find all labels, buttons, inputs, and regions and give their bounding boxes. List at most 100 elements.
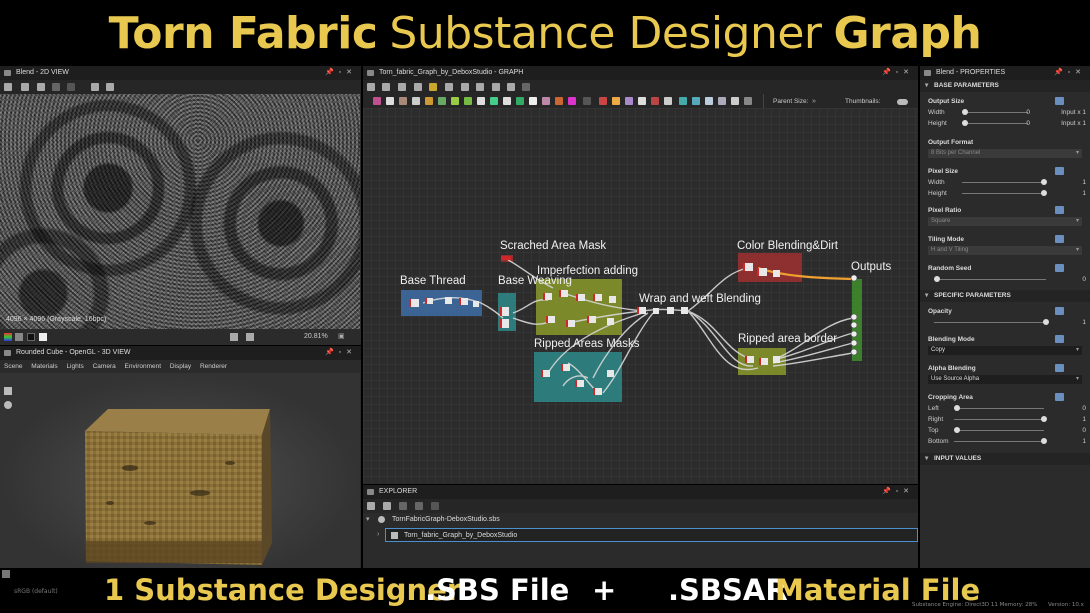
grid-icon[interactable] — [230, 333, 238, 341]
package-chevron-icon[interactable]: ▾ — [366, 515, 370, 523]
parameter-link-icon[interactable] — [1055, 167, 1064, 175]
crop-bottom-slider[interactable] — [954, 438, 1047, 444]
parameter-link-icon[interactable] — [1055, 307, 1064, 315]
output-height-mode[interactable]: Input x 1 — [1061, 118, 1086, 129]
output-width-value[interactable]: 0 — [1026, 107, 1030, 118]
node-levels-icon[interactable] — [399, 97, 407, 105]
histogram-icon[interactable] — [106, 83, 114, 91]
parameter-link-icon[interactable] — [1055, 235, 1064, 243]
tile-icon[interactable] — [246, 333, 254, 341]
node-fx-icon[interactable] — [555, 97, 563, 105]
align-icon[interactable] — [382, 83, 390, 91]
refresh-icon[interactable] — [383, 502, 391, 510]
thumbnails-toggle[interactable] — [897, 99, 908, 105]
channel-icon[interactable] — [52, 83, 60, 91]
base-parameters-section[interactable]: BASE PARAMETERS — [920, 80, 1090, 92]
node-blur-icon[interactable] — [464, 97, 472, 105]
frame-icon[interactable] — [492, 83, 500, 91]
alpha-icon[interactable] — [15, 333, 23, 341]
crop-left-value[interactable]: 0 — [1082, 403, 1086, 414]
node-noise-icon[interactable] — [542, 97, 550, 105]
node-normal-icon[interactable] — [477, 97, 485, 105]
graph-canvas[interactable]: Scrached Area Mask Base Thread Base Weav… — [363, 108, 918, 483]
pixel-ratio-dropdown[interactable]: Square — [928, 217, 1082, 226]
parameter-link-icon[interactable] — [1055, 97, 1064, 105]
node-shape-icon[interactable] — [529, 97, 537, 105]
screenshot-icon[interactable] — [398, 83, 406, 91]
menu-display[interactable]: Display — [170, 363, 191, 370]
comment-icon[interactable] — [461, 83, 469, 91]
settings-icon[interactable] — [431, 502, 439, 510]
menu-materials[interactable]: Materials — [31, 363, 57, 370]
explorer-graph-row[interactable]: › Torn_fabric_Graph_by_DeboxStudio — [377, 528, 918, 542]
parameter-link-icon[interactable] — [1055, 393, 1064, 401]
pixel-width-value[interactable]: 1 — [1082, 177, 1086, 188]
input-values-section[interactable]: INPUT VALUES — [920, 453, 1090, 465]
crop-top-slider[interactable] — [954, 427, 1044, 433]
lock-icon[interactable]: ▣ — [338, 329, 345, 345]
info-icon[interactable] — [91, 83, 99, 91]
uv-icon[interactable] — [67, 83, 75, 91]
node-warp-icon[interactable] — [451, 97, 459, 105]
crop-top-value[interactable]: 0 — [1082, 425, 1086, 436]
pixel-height-value[interactable]: 1 — [1082, 188, 1086, 199]
menu-scene[interactable]: Scene — [4, 363, 22, 370]
random-seed-slider[interactable] — [934, 276, 1046, 282]
colorspace-status[interactable]: sRGB (default) — [14, 588, 58, 595]
node-pattern-icon[interactable] — [638, 97, 646, 105]
black-bg-icon[interactable] — [27, 333, 35, 341]
node-tile-icon[interactable] — [516, 97, 524, 105]
menu-lights[interactable]: Lights — [66, 363, 83, 370]
info-icon[interactable] — [414, 83, 422, 91]
graph-settings-icon[interactable] — [522, 83, 530, 91]
view-3d-viewport[interactable] — [0, 373, 360, 568]
panel-window-controls[interactable]: 📌▫✕ — [882, 485, 914, 499]
copy-icon[interactable] — [37, 83, 45, 91]
node-adjust-icon[interactable] — [664, 97, 672, 105]
node-ao-icon[interactable] — [490, 97, 498, 105]
explorer-graph-name[interactable]: Torn_fabric_Graph_by_DeboxStudio — [404, 532, 517, 539]
node-gradient-map-icon[interactable] — [568, 97, 576, 105]
explorer-package-name[interactable]: TornFabricGraph-DeboxStudio.sbs — [392, 516, 500, 523]
crop-right-value[interactable]: 1 — [1082, 414, 1086, 425]
parameter-link-icon[interactable] — [1055, 335, 1064, 343]
parameter-link-icon[interactable] — [1055, 264, 1064, 272]
node-output-icon[interactable] — [583, 97, 591, 105]
node-func-icon[interactable] — [679, 97, 687, 105]
node-more-icon[interactable] — [744, 97, 752, 105]
node-bitmap-icon[interactable] — [373, 97, 381, 105]
new-package-icon[interactable] — [367, 502, 375, 510]
node-curvature-icon[interactable] — [503, 97, 511, 105]
output-width-slider[interactable] — [962, 109, 1028, 115]
menu-environment[interactable]: Environment — [125, 363, 162, 370]
node-gradient-icon[interactable] — [425, 97, 433, 105]
tiling-mode-dropdown[interactable]: H and V Tiling — [928, 246, 1082, 255]
navigation-icon[interactable] — [507, 83, 515, 91]
node-pixel-icon[interactable] — [692, 97, 700, 105]
graph-chevron-icon[interactable]: › — [377, 531, 379, 538]
link-icon[interactable] — [429, 83, 437, 91]
node-fxmap-icon[interactable] — [705, 97, 713, 105]
node-blend-icon[interactable] — [438, 97, 446, 105]
save-package-icon[interactable] — [399, 502, 407, 510]
crop-right-slider[interactable] — [954, 416, 1047, 422]
frame-all-icon[interactable] — [367, 83, 375, 91]
opacity-value[interactable]: 1 — [1082, 317, 1086, 328]
menu-camera[interactable]: Camera — [93, 363, 116, 370]
node-transform-icon[interactable] — [412, 97, 420, 105]
node-mask-icon[interactable] — [651, 97, 659, 105]
crop-bottom-value[interactable]: 1 — [1082, 436, 1086, 447]
menu-renderer[interactable]: Renderer — [200, 363, 227, 370]
output-height-value[interactable]: 0 — [1026, 118, 1030, 129]
output-height-slider[interactable] — [962, 120, 1028, 126]
specific-parameters-section[interactable]: SPECIFIC PARAMETERS — [920, 290, 1090, 302]
opacity-slider[interactable] — [934, 319, 1049, 325]
output-format-dropdown[interactable]: 8 Bits per Channel — [928, 149, 1082, 158]
publish-icon[interactable] — [415, 502, 423, 510]
node-icon[interactable] — [445, 83, 453, 91]
random-seed-value[interactable]: 0 — [1082, 274, 1086, 285]
pixel-height-slider[interactable] — [962, 190, 1047, 196]
pixel-width-slider[interactable] — [962, 179, 1047, 185]
pin-icon[interactable] — [476, 83, 484, 91]
save-icon[interactable] — [21, 83, 29, 91]
